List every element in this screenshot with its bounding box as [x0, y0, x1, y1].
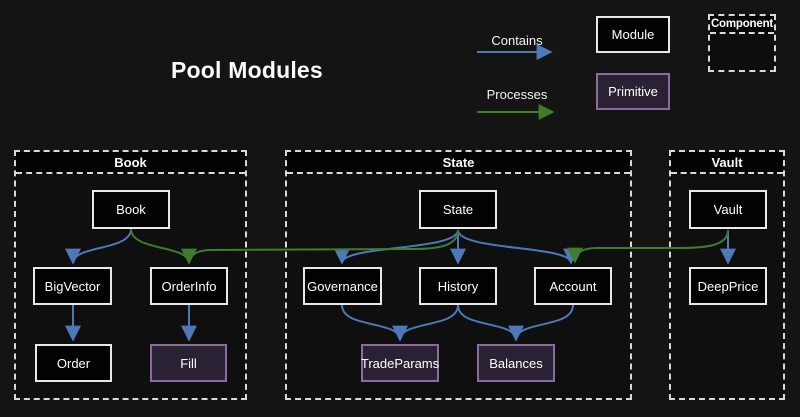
node-book-label: Book — [116, 202, 146, 217]
page-title: Pool Modules — [171, 57, 323, 84]
node-history: History — [419, 267, 497, 305]
node-governance-label: Governance — [307, 279, 378, 294]
node-orderinfo: OrderInfo — [150, 267, 228, 305]
node-balances: Balances — [477, 344, 555, 382]
container-state-title: State — [287, 152, 630, 174]
node-deepprice: DeepPrice — [689, 267, 767, 305]
node-fill-label: Fill — [180, 356, 197, 371]
node-governance: Governance — [303, 267, 382, 305]
node-order: Order — [35, 344, 112, 382]
node-deepprice-label: DeepPrice — [698, 279, 759, 294]
node-orderinfo-label: OrderInfo — [162, 279, 217, 294]
legend-component-box: Component — [708, 14, 776, 72]
node-fill: Fill — [150, 344, 227, 382]
container-book-title: Book — [16, 152, 245, 174]
node-state: State — [419, 190, 497, 229]
node-order-label: Order — [57, 356, 90, 371]
node-bigvector: BigVector — [33, 267, 112, 305]
node-bigvector-label: BigVector — [45, 279, 101, 294]
node-account-label: Account — [550, 279, 597, 294]
legend-module-label: Module — [612, 27, 655, 42]
node-vault-label: Vault — [714, 202, 743, 217]
legend-contains-label: Contains — [476, 33, 558, 48]
pool-modules-diagram: { "title": "Pool Modules", "colors": { "… — [0, 0, 800, 417]
legend-primitive-box: Primitive — [596, 73, 670, 110]
node-account: Account — [534, 267, 612, 305]
node-tradeparams: TradeParams — [361, 344, 439, 382]
container-vault-title: Vault — [671, 152, 783, 174]
legend-module-box: Module — [596, 16, 670, 53]
node-vault: Vault — [689, 190, 767, 229]
node-history-label: History — [438, 279, 478, 294]
legend-component-label: Component — [710, 16, 774, 34]
legend-primitive-label: Primitive — [608, 84, 658, 99]
node-tradeparams-label: TradeParams — [361, 356, 439, 371]
node-state-label: State — [443, 202, 473, 217]
node-book: Book — [92, 190, 170, 229]
legend-processes-label: Processes — [476, 87, 558, 102]
node-balances-label: Balances — [489, 356, 542, 371]
